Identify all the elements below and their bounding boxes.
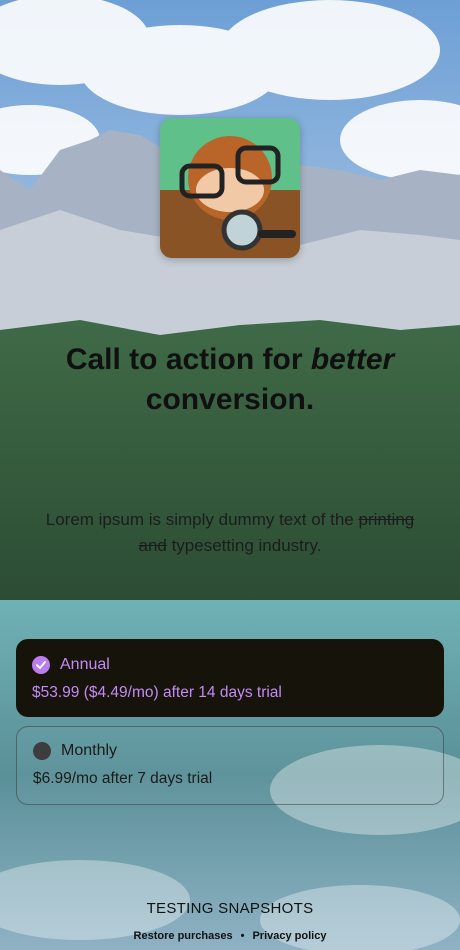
radio-unchecked-icon bbox=[33, 742, 51, 760]
plan-price: $6.99/mo after 7 days trial bbox=[33, 770, 213, 787]
plan-name: Annual bbox=[60, 656, 110, 673]
separator-dot: • bbox=[240, 930, 245, 942]
app-icon bbox=[160, 118, 300, 258]
headline-part2: conversion. bbox=[145, 383, 315, 416]
headline-part1: Call to action for bbox=[65, 343, 311, 376]
headline-emphasis: better bbox=[310, 343, 395, 376]
headline: Call to action for better conversion. bbox=[20, 340, 440, 420]
subtitle-part2: typesetting industry. bbox=[166, 536, 322, 555]
plan-option-annual[interactable]: Annual $53.99 ($4.49/mo) after 14 days t… bbox=[16, 639, 444, 717]
footer-title: TESTING SNAPSHOTS bbox=[146, 900, 314, 917]
subtitle: Lorem ipsum is simply dummy text of the … bbox=[30, 507, 430, 559]
plan-option-monthly[interactable]: Monthly $6.99/mo after 7 days trial bbox=[16, 726, 444, 805]
checkmark-icon bbox=[32, 656, 50, 674]
plan-price: $53.99 ($4.49/mo) after 14 days trial bbox=[32, 684, 282, 701]
footer-links: Restore purchases • Privacy policy bbox=[0, 930, 460, 942]
restore-purchases-link[interactable]: Restore purchases bbox=[134, 930, 233, 942]
subtitle-part1: Lorem ipsum is simply dummy text of the bbox=[45, 510, 359, 529]
privacy-policy-link[interactable]: Privacy policy bbox=[252, 930, 326, 942]
plan-name: Monthly bbox=[61, 742, 118, 759]
